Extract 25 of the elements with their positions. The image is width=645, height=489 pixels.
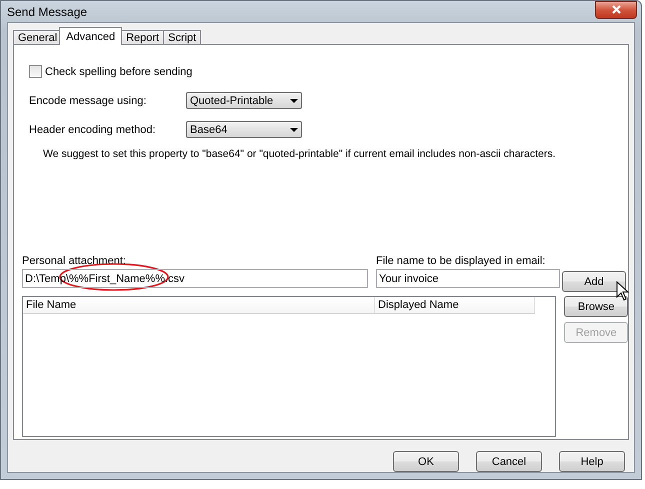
- dropdown-arrow-icon: [290, 128, 298, 132]
- attachments-list[interactable]: File Name Displayed Name: [22, 296, 556, 437]
- add-button[interactable]: Add: [562, 271, 626, 292]
- dropdown[interactable]: Quoted-Printable: [186, 92, 302, 109]
- dropdown[interactable]: Base64: [186, 121, 302, 138]
- browse-button[interactable]: Browse: [564, 296, 628, 317]
- hint-text: We suggest to set this property to "base64" or "quoted-printable" if current email includes non-ascii characters.: [43, 148, 557, 160]
- display-name-field[interactable]: Your invoice: [376, 269, 560, 288]
- ok-button[interactable]: OK: [393, 451, 459, 472]
- close-button[interactable]: [595, 0, 637, 18]
- column-header[interactable]: File Name: [23, 297, 375, 313]
- window-title: Send Message: [7, 4, 88, 18]
- field-label: Personal attachment:: [22, 255, 127, 268]
- field-label: File name to be displayed in email:: [376, 255, 546, 268]
- field-label: Header encoding method:: [29, 124, 157, 136]
- tab[interactable]: Advanced: [59, 27, 122, 45]
- field-label: Encode message using:: [29, 94, 148, 106]
- close-icon: [612, 5, 620, 14]
- column-header[interactable]: Displayed Name: [375, 297, 535, 313]
- cancel-button[interactable]: Cancel: [476, 451, 542, 472]
- help-button[interactable]: Help: [559, 451, 625, 472]
- tab[interactable]: Script: [163, 30, 202, 45]
- checkbox-label: Check spelling before sending: [45, 66, 192, 78]
- dropdown-arrow-icon: [290, 98, 298, 102]
- checkbox[interactable]: [29, 65, 42, 78]
